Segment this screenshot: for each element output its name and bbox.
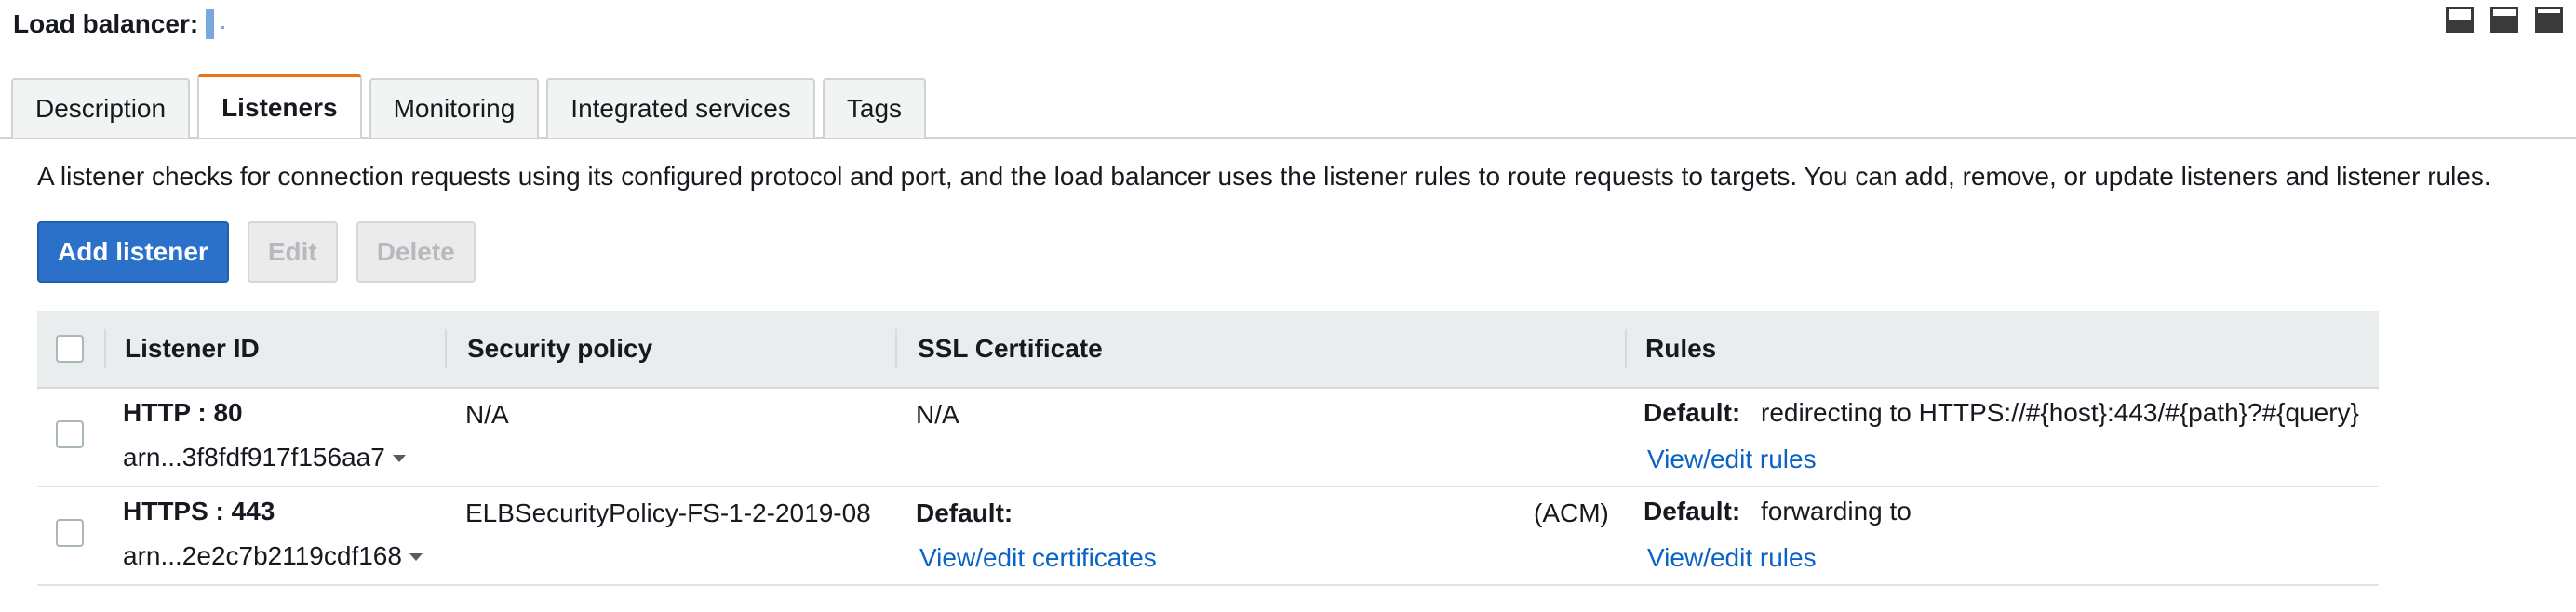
ssl-certificate-value: N/A <box>916 400 959 429</box>
panel-top-icon[interactable] <box>2535 7 2563 33</box>
ssl-default-label: Default: <box>916 499 1013 527</box>
tab-integrated-services[interactable]: Integrated services <box>546 78 815 138</box>
row-checkbox[interactable] <box>56 420 84 448</box>
panel-split-icon[interactable] <box>2490 7 2518 33</box>
rules-default: Default: forwarding to <box>1644 497 1912 526</box>
edit-button[interactable]: Edit <box>247 221 338 283</box>
rules-default-label: Default: <box>1644 497 1741 526</box>
panel-title-row: Load balancer: <box>13 4 225 45</box>
rules-default-value: redirecting to HTTPS://#{host}:443/#{pat… <box>1761 398 2359 427</box>
table-header: Listener ID Security policy SSL Certific… <box>37 311 2379 389</box>
row-select-cell <box>56 420 84 448</box>
panel-bottom-icon[interactable] <box>2446 7 2474 33</box>
security-policy-value: ELBSecurityPolicy-FS-1-2-2019-08 <box>465 499 871 527</box>
column-divider <box>104 329 106 368</box>
table-row: HTTPS : 443 arn...2e2c7b2119cdf168 ELBSe… <box>37 487 2379 586</box>
tab-monitoring[interactable]: Monitoring <box>369 78 540 138</box>
panel-layout-controls <box>2446 7 2563 33</box>
column-header-ssl-certificate[interactable]: SSL Certificate <box>918 311 1103 387</box>
view-edit-rules-link[interactable]: View/edit rules <box>1647 445 1817 474</box>
column-header-listener-id[interactable]: Listener ID <box>125 311 260 387</box>
column-divider <box>1625 329 1627 368</box>
rules-default-value: forwarding to <box>1761 497 1912 526</box>
listeners-table: Listener ID Security policy SSL Certific… <box>37 311 2379 586</box>
delete-button[interactable]: Delete <box>356 221 476 283</box>
column-header-rules[interactable]: Rules <box>1645 311 1716 387</box>
load-balancer-name-redacted <box>206 9 215 39</box>
rules-default: Default: redirecting to HTTPS://#{host}:… <box>1644 398 2359 428</box>
tab-bar: Description Listeners Monitoring Integra… <box>11 74 2576 138</box>
ssl-certificate-source: (ACM) <box>1534 499 1609 527</box>
listener-arn[interactable]: arn...2e2c7b2119cdf168 <box>123 541 423 571</box>
security-policy-value: N/A <box>465 400 509 429</box>
column-divider <box>895 329 897 368</box>
column-header-security-policy[interactable]: Security policy <box>467 311 652 387</box>
load-balancer-detail-panel: Load balancer: Description Listeners Mon… <box>0 0 2576 612</box>
listener-arn[interactable]: arn...3f8fdf917f156aa7 <box>123 443 406 472</box>
listener-protocol: HTTPS : 443 <box>123 497 275 526</box>
view-edit-rules-link[interactable]: View/edit rules <box>1647 543 1817 573</box>
tab-listeners[interactable]: Listeners <box>197 74 362 138</box>
tab-tags[interactable]: Tags <box>822 78 927 138</box>
view-edit-certificates-link[interactable]: View/edit certificates <box>919 543 1157 573</box>
panel-title: Load balancer: <box>13 9 199 38</box>
listener-actions: Add listener Edit Delete <box>37 221 476 283</box>
caret-down-icon[interactable] <box>409 553 423 561</box>
listener-protocol: HTTP : 80 <box>123 398 243 427</box>
column-divider <box>445 329 447 368</box>
row-checkbox[interactable] <box>56 519 84 547</box>
table-row: HTTP : 80 arn...3f8fdf917f156aa7 N/A N/A… <box>37 389 2379 487</box>
caret-down-icon[interactable] <box>392 455 406 462</box>
listener-arn-text: arn...2e2c7b2119cdf168 <box>123 541 402 570</box>
listeners-description: A listener checks for connection request… <box>37 162 2491 191</box>
select-all-checkbox[interactable] <box>56 335 84 363</box>
listener-arn-text: arn...3f8fdf917f156aa7 <box>123 443 385 472</box>
rules-default-label: Default: <box>1644 398 1741 427</box>
tab-description[interactable]: Description <box>11 78 191 138</box>
row-select-cell <box>56 519 84 547</box>
select-all-cell <box>56 311 84 387</box>
add-listener-button[interactable]: Add listener <box>37 221 229 283</box>
load-balancer-name-redacted-dot <box>221 25 225 29</box>
